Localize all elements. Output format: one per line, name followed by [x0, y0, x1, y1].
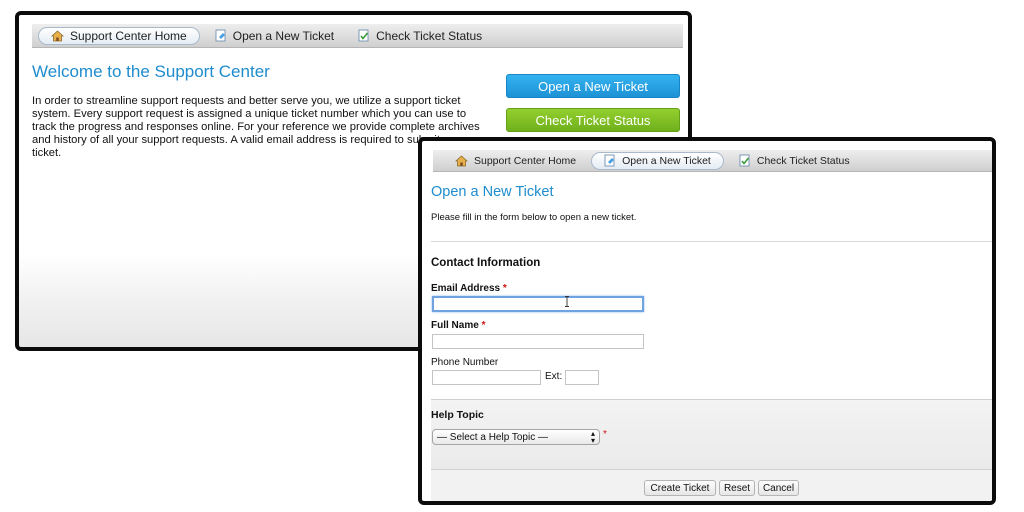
nav-tab-open-ticket[interactable]: Open a New Ticket [591, 151, 724, 170]
intro-line: In order to streamline support requests … [32, 95, 461, 107]
new-ticket-icon [604, 154, 616, 167]
full-name-label-text: Full Name [431, 320, 479, 331]
required-mark: * [603, 429, 607, 440]
email-field[interactable] [432, 296, 644, 312]
welcome-title: Welcome to the Support Center [32, 62, 270, 81]
nav-tab-home-label: Support Center Home [474, 154, 577, 167]
check-ticket-status-button[interactable]: Check Ticket Status [506, 108, 680, 132]
help-topic-selected: — Select a Help Topic — [437, 431, 548, 443]
intro-line: system. Every support request is assigne… [32, 108, 467, 120]
phone-field[interactable] [432, 370, 541, 385]
create-ticket-button[interactable]: Create Ticket [644, 480, 716, 496]
phone-ext-field[interactable] [565, 370, 599, 385]
new-ticket-window: Support Center Home Open a New Ticket Ch… [418, 137, 996, 505]
help-topic-select[interactable]: — Select a Help Topic — ▴ ▾ [432, 429, 600, 445]
ext-label: Ext: [545, 371, 563, 382]
ticket-status-icon [358, 29, 370, 42]
cancel-button[interactable]: Cancel [758, 480, 799, 496]
intro-line: track the progress and responses online.… [32, 121, 480, 133]
nav-tab-open-ticket-label: Open a New Ticket [622, 154, 711, 167]
divider [431, 241, 992, 242]
required-mark: * [502, 283, 507, 294]
required-mark: * [481, 320, 486, 331]
open-new-ticket-button[interactable]: Open a New Ticket [506, 74, 680, 98]
nav-tab-open-ticket[interactable]: Open a New Ticket [203, 24, 346, 47]
nav-tab-open-ticket-label: Open a New Ticket [232, 28, 335, 43]
select-arrows-icon: ▴ ▾ [590, 429, 595, 445]
help-topic-heading: Help Topic [431, 409, 484, 421]
nav-tab-home[interactable]: Support Center Home [443, 150, 588, 171]
full-name-field[interactable] [432, 334, 644, 349]
nav-tab-home-label: Support Center Home [70, 28, 187, 43]
nav-tab-check-status[interactable]: Check Ticket Status [727, 150, 862, 171]
home-navbar: Support Center Home Open a New Ticket Ch… [32, 24, 683, 48]
phone-label: Phone Number [431, 357, 499, 368]
nav-tab-home[interactable]: Support Center Home [38, 26, 200, 45]
email-label-text: Email Address [431, 283, 501, 294]
text-cursor-icon [565, 296, 569, 307]
reset-button[interactable]: Reset [719, 480, 755, 496]
ticket-form-title: Open a New Ticket [431, 184, 554, 200]
ticket-navbar: Support Center Home Open a New Ticket Ch… [433, 150, 992, 172]
full-name-label: Full Name * [431, 320, 485, 331]
home-icon [51, 29, 64, 42]
ticket-form-subtitle: Please fill in the form below to open a … [431, 212, 637, 223]
ticket-status-icon [739, 154, 751, 167]
nav-tab-check-status[interactable]: Check Ticket Status [346, 24, 494, 47]
nav-tab-check-status-label: Check Ticket Status [376, 28, 483, 43]
new-ticket-icon [215, 29, 227, 42]
nav-tab-check-status-label: Check Ticket Status [756, 154, 850, 167]
home-icon [455, 154, 468, 167]
email-label: Email Address * [431, 283, 507, 294]
contact-info-heading: Contact Information [431, 257, 541, 269]
